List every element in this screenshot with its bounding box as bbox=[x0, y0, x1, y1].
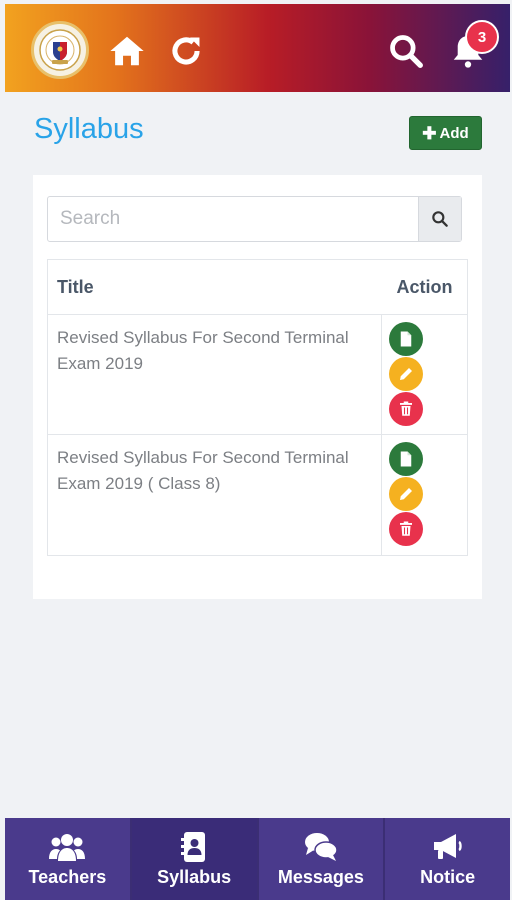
search-input[interactable] bbox=[48, 197, 418, 241]
search-bar bbox=[47, 196, 462, 242]
bottom-nav: Teachers Syllabus Messages Notice bbox=[5, 818, 510, 900]
delete-button[interactable] bbox=[389, 512, 423, 546]
column-header-title: Title bbox=[57, 276, 94, 297]
nav-item-syllabus[interactable]: Syllabus bbox=[131, 818, 259, 900]
megaphone-icon bbox=[433, 833, 462, 859]
table-header: Title Action bbox=[48, 260, 467, 315]
app-header: 3 bbox=[5, 4, 510, 92]
trash-icon bbox=[400, 401, 412, 416]
school-logo[interactable] bbox=[31, 21, 89, 79]
action-cell bbox=[382, 435, 467, 555]
chat-icon bbox=[304, 832, 338, 861]
refresh-icon[interactable] bbox=[167, 32, 205, 70]
view-button[interactable] bbox=[389, 322, 423, 356]
view-button[interactable] bbox=[389, 442, 423, 476]
nav-label-teachers: Teachers bbox=[28, 866, 107, 887]
search-icon[interactable] bbox=[387, 32, 425, 70]
add-button[interactable]: ✚ Add bbox=[409, 116, 482, 150]
school-crest-icon bbox=[39, 29, 81, 71]
trash-icon bbox=[400, 521, 412, 536]
nav-item-teachers[interactable]: Teachers bbox=[5, 818, 132, 900]
nav-item-notice[interactable]: Notice bbox=[385, 818, 510, 900]
plus-icon: ✚ bbox=[422, 123, 437, 143]
file-icon bbox=[400, 451, 412, 467]
notification-badge: 3 bbox=[465, 20, 499, 54]
column-header-action: Action bbox=[396, 276, 453, 297]
contact-book-icon bbox=[181, 831, 206, 862]
search-icon bbox=[432, 211, 448, 227]
edit-button[interactable] bbox=[389, 357, 423, 391]
nav-item-messages[interactable]: Messages bbox=[259, 818, 386, 900]
edit-button[interactable] bbox=[389, 477, 423, 511]
syllabus-title: Revised Syllabus For Second Terminal Exa… bbox=[48, 315, 382, 434]
file-icon bbox=[400, 331, 412, 347]
nav-label-messages: Messages bbox=[277, 866, 364, 887]
delete-button[interactable] bbox=[389, 392, 423, 426]
syllabus-table: Title Action Revised Syllabus For Second… bbox=[47, 259, 468, 556]
syllabus-title: Revised Syllabus For Second Terminal Exa… bbox=[48, 435, 382, 555]
home-icon[interactable] bbox=[108, 32, 146, 70]
page-title: Syllabus bbox=[34, 113, 144, 145]
pencil-icon bbox=[400, 488, 412, 500]
table-row: Revised Syllabus For Second Terminal Exa… bbox=[48, 435, 467, 555]
add-button-label: Add bbox=[439, 124, 469, 142]
users-icon bbox=[49, 833, 86, 861]
pencil-icon bbox=[400, 368, 412, 380]
nav-label-notice: Notice bbox=[420, 866, 476, 887]
table-row: Revised Syllabus For Second Terminal Exa… bbox=[48, 315, 467, 435]
nav-label-syllabus: Syllabus bbox=[157, 866, 232, 887]
syllabus-card: Title Action Revised Syllabus For Second… bbox=[33, 175, 482, 599]
action-cell bbox=[382, 315, 467, 434]
search-button[interactable] bbox=[418, 197, 461, 241]
